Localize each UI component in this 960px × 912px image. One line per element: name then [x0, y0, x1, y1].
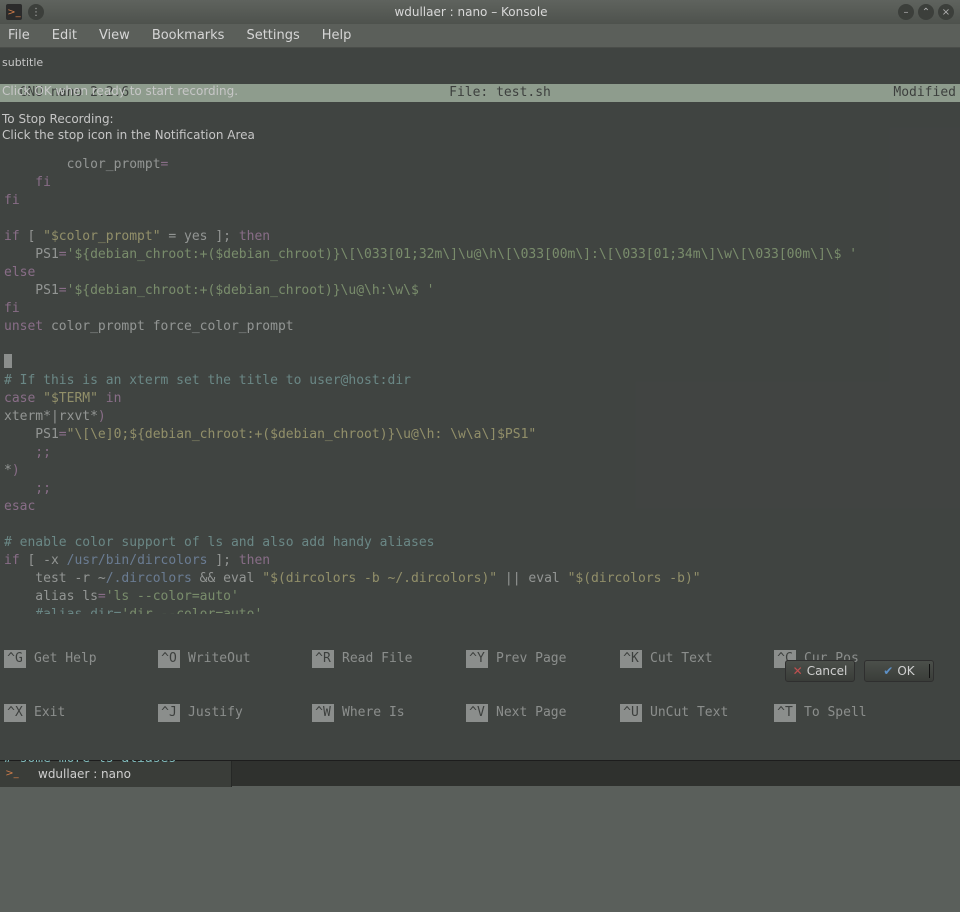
- nano-status: Modified: [836, 84, 956, 102]
- app-icon: >_: [6, 4, 22, 20]
- shortcut-where-is: ^WWhere Is: [312, 704, 466, 722]
- cancel-icon: ✕: [793, 662, 803, 680]
- menubar: File Edit View Bookmarks Settings Help: [0, 24, 960, 48]
- nano-shortcut-bar: ^GGet Help ^OWriteOut ^RRead File ^YPrev…: [0, 614, 960, 760]
- nano-version: GNU nano 2.2.6: [4, 84, 164, 102]
- terminal-area[interactable]: GNU nano 2.2.6 File: test.sh Modified co…: [0, 48, 960, 760]
- shortcut-cut-text: ^KCut Text: [620, 650, 774, 668]
- shortcut-row-2: ^XExit ^JJustify ^WWhere Is ^VNext Page …: [4, 704, 956, 722]
- menu-view[interactable]: View: [99, 28, 130, 43]
- shortcut-prev-page: ^YPrev Page: [466, 650, 620, 668]
- nano-header: GNU nano 2.2.6 File: test.sh Modified: [0, 84, 960, 102]
- menu-bookmarks[interactable]: Bookmarks: [152, 28, 225, 43]
- cursor-icon: [4, 354, 12, 368]
- close-button[interactable]: ×: [938, 4, 954, 20]
- shortcut-read-file: ^RRead File: [312, 650, 466, 668]
- maximize-button[interactable]: ⌃: [918, 4, 934, 20]
- shortcut-writeout: ^OWriteOut: [158, 650, 312, 668]
- minimize-button[interactable]: –: [898, 4, 914, 20]
- shortcut-to-spell: ^TTo Spell: [774, 704, 928, 722]
- menu-file[interactable]: File: [8, 28, 30, 43]
- shortcut-justify: ^JJustify: [158, 704, 312, 722]
- window-menu-icon[interactable]: ⋮: [28, 4, 44, 20]
- menu-help[interactable]: Help: [322, 28, 352, 43]
- window-titlebar: >_ ⋮ wdullaer : nano – Konsole – ⌃ ×: [0, 0, 960, 24]
- shortcut-exit: ^XExit: [4, 704, 158, 722]
- shortcut-uncut-text: ^UUnCut Text: [620, 704, 774, 722]
- menu-settings[interactable]: Settings: [246, 28, 299, 43]
- shortcut-next-page: ^VNext Page: [466, 704, 620, 722]
- ok-icon: ✔: [883, 662, 893, 680]
- cancel-button[interactable]: ✕ Cancel: [785, 660, 855, 682]
- menu-edit[interactable]: Edit: [52, 28, 77, 43]
- dialog-line-2: To Stop Recording:: [2, 110, 114, 128]
- shortcut-get-help: ^GGet Help: [4, 650, 158, 668]
- dialog-subtitle: subtitle: [2, 54, 43, 72]
- window-title: wdullaer : nano – Konsole: [44, 5, 898, 19]
- nano-file-label: File: test.sh: [164, 84, 836, 102]
- ok-button[interactable]: ✔ OK: [864, 660, 934, 682]
